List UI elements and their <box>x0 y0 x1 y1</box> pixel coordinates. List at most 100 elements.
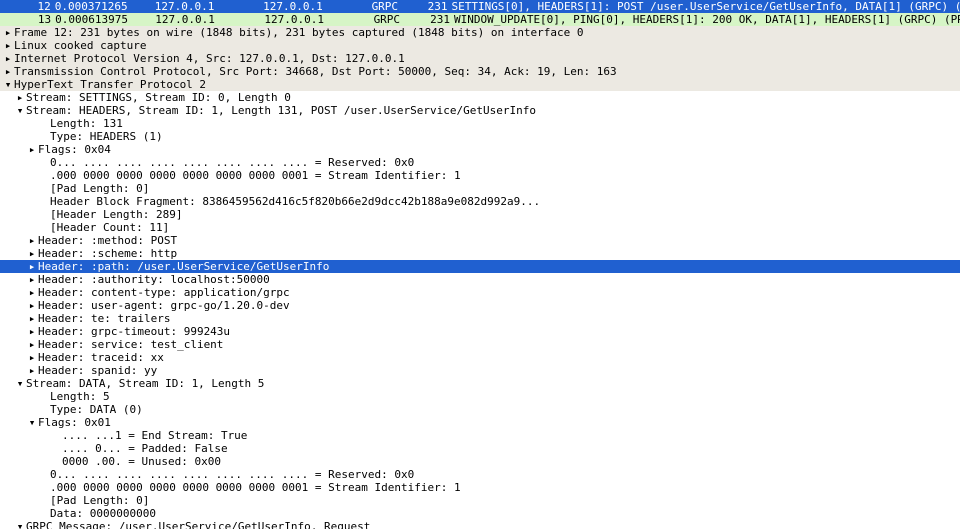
tree-row[interactable]: ▸Flags: 0x04 <box>0 143 960 156</box>
packet-list[interactable]: 120.000371265127.0.0.1127.0.0.1GRPC231SE… <box>0 0 960 26</box>
tree-row[interactable]: Type: HEADERS (1) <box>0 130 960 143</box>
tree-row[interactable]: Type: DATA (0) <box>0 403 960 416</box>
expand-open-icon[interactable]: ▾ <box>26 416 38 429</box>
tree-label: Stream: HEADERS, Stream ID: 1, Length 13… <box>26 104 960 117</box>
tree-label: Header: :method: POST <box>38 234 960 247</box>
tree-label: [Header Count: 11] <box>50 221 960 234</box>
tree-row[interactable]: ▸Header: user-agent: grpc-go/1.20.0-dev <box>0 299 960 312</box>
tree-label: .000 0000 0000 0000 0000 0000 0000 0001 … <box>50 169 960 182</box>
tree-row[interactable]: ▾Stream: DATA, Stream ID: 1, Length 5 <box>0 377 960 390</box>
tree-row[interactable]: ▸Header: :authority: localhost:50000 <box>0 273 960 286</box>
tree-row[interactable]: ▸Internet Protocol Version 4, Src: 127.0… <box>0 52 960 65</box>
col-no: 12 <box>20 0 55 13</box>
no-toggle <box>38 182 50 195</box>
col-src: 127.0.0.1 <box>155 13 264 26</box>
tree-row[interactable]: ▾Flags: 0x01 <box>0 416 960 429</box>
tree-label: [Header Length: 289] <box>50 208 960 221</box>
expand-closed-icon[interactable]: ▸ <box>26 312 38 325</box>
expand-closed-icon[interactable]: ▸ <box>26 325 38 338</box>
tree-row[interactable]: ▸Frame 12: 231 bytes on wire (1848 bits)… <box>0 26 960 39</box>
tree-label: Header: :path: /user.UserService/GetUser… <box>38 260 960 273</box>
expand-closed-icon[interactable]: ▸ <box>26 273 38 286</box>
no-toggle <box>38 117 50 130</box>
tree-row[interactable]: 0... .... .... .... .... .... .... .... … <box>0 468 960 481</box>
tree-row[interactable]: ▸Header: :scheme: http <box>0 247 960 260</box>
col-src: 127.0.0.1 <box>155 0 263 13</box>
expand-closed-icon[interactable]: ▸ <box>26 234 38 247</box>
tree-label: Type: HEADERS (1) <box>50 130 960 143</box>
expand-closed-icon[interactable]: ▸ <box>2 52 14 65</box>
tree-row[interactable]: ▾GRPC Message: /user.UserService/GetUser… <box>0 520 960 529</box>
expand-closed-icon[interactable]: ▸ <box>2 65 14 78</box>
tree-row[interactable]: [Header Length: 289] <box>0 208 960 221</box>
tree-row[interactable]: 0... .... .... .... .... .... .... .... … <box>0 156 960 169</box>
tree-label: Stream: DATA, Stream ID: 1, Length 5 <box>26 377 960 390</box>
tree-label: .000 0000 0000 0000 0000 0000 0000 0001 … <box>50 481 960 494</box>
expand-open-icon[interactable]: ▾ <box>2 78 14 91</box>
tree-label: Header: te: trailers <box>38 312 960 325</box>
expand-closed-icon[interactable]: ▸ <box>14 91 26 104</box>
row-gutter <box>2 0 20 13</box>
tree-row[interactable]: ▸Header: content-type: application/grpc <box>0 286 960 299</box>
tree-row[interactable]: ▸Header: spanid: yy <box>0 364 960 377</box>
expand-closed-icon[interactable]: ▸ <box>26 247 38 260</box>
expand-closed-icon[interactable]: ▸ <box>26 364 38 377</box>
expand-closed-icon[interactable]: ▸ <box>26 338 38 351</box>
expand-closed-icon[interactable]: ▸ <box>26 143 38 156</box>
expand-open-icon[interactable]: ▾ <box>14 520 26 529</box>
packet-row[interactable]: 130.000613975127.0.0.1127.0.0.1GRPC231WI… <box>0 13 960 26</box>
tree-row[interactable]: Length: 131 <box>0 117 960 130</box>
expand-closed-icon[interactable]: ▸ <box>26 286 38 299</box>
col-dst: 127.0.0.1 <box>264 13 373 26</box>
tree-row[interactable]: ▸Header: :path: /user.UserService/GetUse… <box>0 260 960 273</box>
row-gutter <box>2 13 20 26</box>
tree-label: Header: :authority: localhost:50000 <box>38 273 960 286</box>
tree-row[interactable]: ▸Linux cooked capture <box>0 39 960 52</box>
col-time: 0.000613975 <box>55 13 128 26</box>
expand-closed-icon[interactable]: ▸ <box>26 260 38 273</box>
tree-row[interactable]: Length: 5 <box>0 390 960 403</box>
tree-row[interactable]: ▾Stream: HEADERS, Stream ID: 1, Length 1… <box>0 104 960 117</box>
tree-label: 0... .... .... .... .... .... .... .... … <box>50 468 960 481</box>
col-no: 13 <box>20 13 55 26</box>
expand-open-icon[interactable]: ▾ <box>14 104 26 117</box>
tree-row[interactable]: ▸Header: service: test_client <box>0 338 960 351</box>
tree-label: Header: user-agent: grpc-go/1.20.0-dev <box>38 299 960 312</box>
no-toggle <box>38 169 50 182</box>
tree-label: Header: traceid: xx <box>38 351 960 364</box>
tree-row[interactable]: ▸Transmission Control Protocol, Src Port… <box>0 65 960 78</box>
no-toggle <box>38 481 50 494</box>
col-len: 231 <box>419 13 454 26</box>
tree-row[interactable]: ▸Header: traceid: xx <box>0 351 960 364</box>
tree-row[interactable]: ▸Header: :method: POST <box>0 234 960 247</box>
no-toggle <box>50 455 62 468</box>
col-len: 231 <box>417 0 452 13</box>
expand-closed-icon[interactable]: ▸ <box>26 351 38 364</box>
tree-row[interactable]: .... ...1 = End Stream: True <box>0 429 960 442</box>
tree-row[interactable]: .000 0000 0000 0000 0000 0000 0000 0001 … <box>0 481 960 494</box>
packet-row[interactable]: 120.000371265127.0.0.1127.0.0.1GRPC231SE… <box>0 0 960 13</box>
expand-closed-icon[interactable]: ▸ <box>2 39 14 52</box>
tree-label: [Pad Length: 0] <box>50 182 960 195</box>
expand-open-icon[interactable]: ▾ <box>14 377 26 390</box>
tree-label: Length: 5 <box>50 390 960 403</box>
tree-row[interactable]: .000 0000 0000 0000 0000 0000 0000 0001 … <box>0 169 960 182</box>
expand-closed-icon[interactable]: ▸ <box>26 299 38 312</box>
no-toggle <box>38 468 50 481</box>
packet-details-tree[interactable]: ▸Frame 12: 231 bytes on wire (1848 bits)… <box>0 26 960 529</box>
tree-row[interactable]: 0000 .00. = Unused: 0x00 <box>0 455 960 468</box>
tree-row[interactable]: Header Block Fragment: 8386459562d416c5f… <box>0 195 960 208</box>
tree-row[interactable]: ▾HyperText Transfer Protocol 2 <box>0 78 960 91</box>
tree-label: Stream: SETTINGS, Stream ID: 0, Length 0 <box>26 91 960 104</box>
tree-row[interactable]: ▸Header: te: trailers <box>0 312 960 325</box>
tree-row[interactable]: ▸Stream: SETTINGS, Stream ID: 0, Length … <box>0 91 960 104</box>
tree-row[interactable]: [Pad Length: 0] <box>0 494 960 507</box>
tree-row[interactable]: .... 0... = Padded: False <box>0 442 960 455</box>
tree-row[interactable]: ▸Header: grpc-timeout: 999243u <box>0 325 960 338</box>
tree-row[interactable]: [Pad Length: 0] <box>0 182 960 195</box>
tree-label: Header: content-type: application/grpc <box>38 286 960 299</box>
tree-label: Header: grpc-timeout: 999243u <box>38 325 960 338</box>
expand-closed-icon[interactable]: ▸ <box>2 26 14 39</box>
tree-row[interactable]: Data: 0000000000 <box>0 507 960 520</box>
tree-row[interactable]: [Header Count: 11] <box>0 221 960 234</box>
